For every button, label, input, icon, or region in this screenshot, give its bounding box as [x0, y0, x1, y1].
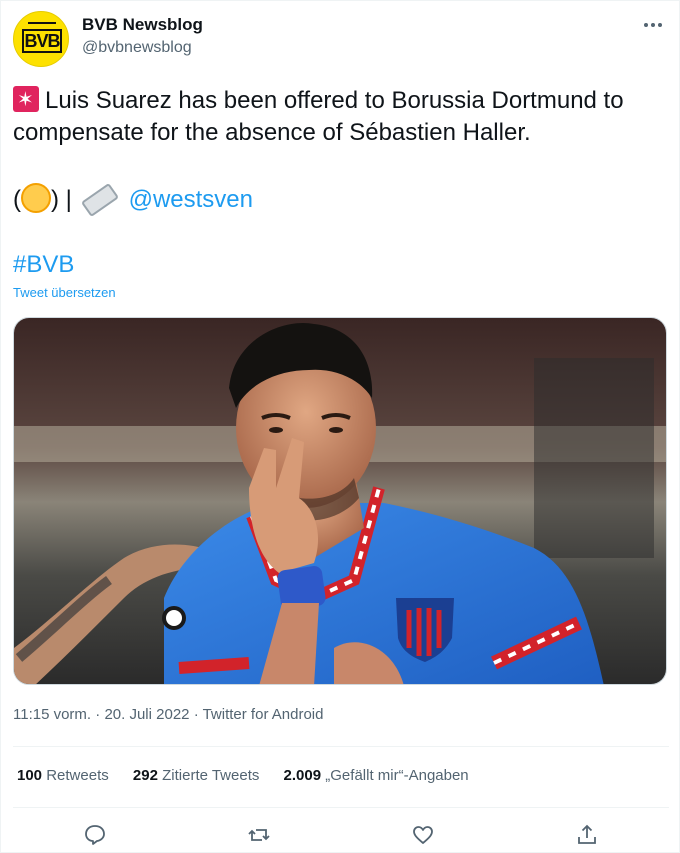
translate-link[interactable]: Tweet übersetzen: [13, 285, 116, 300]
avatar[interactable]: BVB: [13, 11, 69, 67]
tweet-client: Twitter for Android: [202, 706, 324, 723]
photo-player-celebrating: [14, 318, 666, 684]
tweet-text: Luis Suarez has been offered to Borussia…: [13, 84, 673, 149]
tweet-photo[interactable]: [13, 317, 667, 685]
likes-stat[interactable]: 2.009 „Gefällt mir“-Angaben: [284, 767, 469, 784]
newspaper-emoji-icon: [80, 182, 119, 218]
retweet-icon[interactable]: [247, 823, 273, 849]
like-icon[interactable]: [411, 823, 437, 849]
paren-close: ) |: [51, 186, 72, 213]
tweet-source-line: ( ) | @westsven: [13, 182, 253, 218]
author-name[interactable]: BVB Newsblog: [82, 15, 203, 35]
sun-emoji-icon: [21, 183, 51, 213]
quotes-stat[interactable]: 292 Zitierte Tweets: [133, 767, 259, 784]
hashtag-link[interactable]: #BVB: [13, 249, 74, 281]
tweet-card: BVB BVB Newsblog @bvbnewsblog Luis Suare…: [0, 0, 680, 853]
tweet-date[interactable]: 20. Juli 2022: [104, 706, 189, 723]
tweet-stats: 100 Retweets 292 Zitierte Tweets 2.009 „…: [17, 767, 489, 784]
meta-sep: ·: [193, 706, 199, 723]
share-icon[interactable]: [575, 823, 601, 849]
meta-sep: ·: [95, 706, 101, 723]
author-handle[interactable]: @bvbnewsblog: [82, 39, 192, 57]
siren-emoji-icon: [13, 84, 39, 116]
tweet-actions: [13, 819, 669, 853]
tweet-time[interactable]: 11:15 vorm.: [13, 706, 91, 723]
divider: [13, 746, 669, 747]
retweets-stat[interactable]: 100 Retweets: [17, 767, 109, 784]
avatar-logo-mark: [28, 22, 56, 27]
mention-link[interactable]: @westsven: [129, 186, 253, 213]
divider: [13, 807, 669, 808]
more-icon[interactable]: [641, 17, 665, 33]
avatar-logo: BVB: [22, 29, 62, 53]
tweet-header: BVB BVB Newsblog @bvbnewsblog: [13, 11, 669, 67]
tweet-body: Luis Suarez has been offered to Borussia…: [13, 87, 624, 146]
paren-open: (: [13, 186, 21, 213]
tweet-meta: 11:15 vorm. · 20. Juli 2022 · Twitter fo…: [13, 706, 323, 723]
reply-icon[interactable]: [83, 823, 109, 849]
